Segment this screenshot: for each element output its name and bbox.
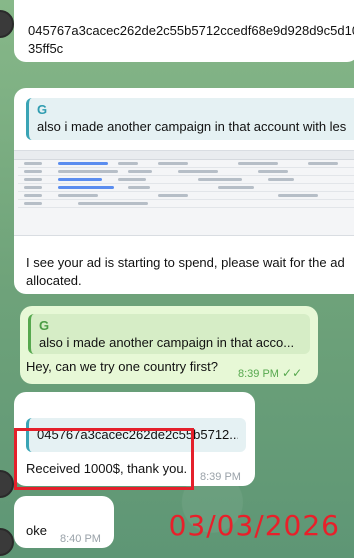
message-time: 8:39 PM ✓✓ (238, 364, 302, 383)
message-outgoing[interactable]: G also i made another campaign in that a… (20, 306, 318, 384)
reply-text: also i made another campaign in that acc… (39, 335, 295, 350)
reply-author: G (39, 318, 50, 333)
reply-quote[interactable]: G also i made another campaign in that a… (28, 314, 310, 354)
ads-manager-screenshot[interactable] (14, 150, 354, 236)
date-watermark: 03/03/2026 (168, 509, 340, 542)
reply-quote[interactable]: G also i made another campaign in that a… (26, 98, 354, 140)
message-with-screenshot[interactable]: G also i made another campaign in that a… (14, 88, 354, 294)
screenshot-toolbar (14, 151, 354, 160)
screenshot-row (18, 184, 354, 192)
screenshot-row (18, 200, 354, 208)
hash-text-line2: 35ff5c (28, 41, 64, 56)
message-text: oke (26, 523, 47, 538)
highlight-box (14, 428, 194, 490)
screenshot-row (18, 160, 354, 168)
double-check-icon: ✓✓ (282, 366, 303, 380)
message-time: 8:39 PM (200, 471, 241, 483)
hash-text-line1: 045767a3cacec262de2c55b5712ccedf68e9d928… (28, 23, 354, 38)
screenshot-row (18, 176, 354, 184)
message-time: 8:40 PM (60, 533, 101, 545)
message-oke[interactable]: oke 8:40 PM (14, 496, 114, 548)
message-hash[interactable]: 045767a3cacec262de2c55b5712ccedf68e9d928… (14, 0, 354, 62)
reply-text: also i made another campaign in that acc… (37, 119, 347, 134)
message-text-line1: I see your ad is starting to spend, plea… (26, 255, 345, 270)
reply-author: G (37, 102, 48, 117)
time-text: 8:39 PM (238, 368, 279, 380)
message-text: Hey, can we try one country first? (26, 359, 218, 374)
screenshot-row (18, 168, 354, 176)
screenshot-row (18, 192, 354, 200)
message-text-line2: allocated. (26, 273, 82, 288)
